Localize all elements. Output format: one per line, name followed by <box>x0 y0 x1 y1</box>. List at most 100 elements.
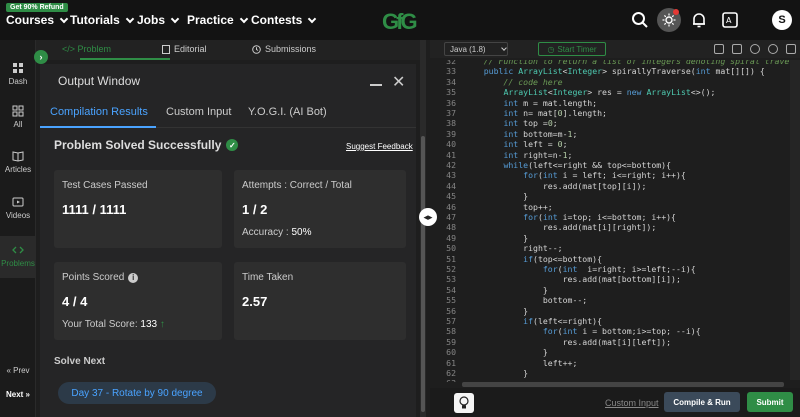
sidebar-item-videos[interactable]: Videos <box>0 196 36 220</box>
line-text: } <box>464 232 529 243</box>
code-line[interactable]: 52 for(int i=right; i>=left;--i){ <box>430 264 800 274</box>
time-value: 2.57 <box>242 294 268 309</box>
tab-editorial[interactable]: Editorial <box>162 44 207 54</box>
editor-horizontal-scrollbar[interactable] <box>462 382 784 387</box>
line-text: for(int i=top; i<=bottom; i++){ <box>523 212 676 222</box>
expand-icon[interactable] <box>786 44 796 54</box>
code-line[interactable]: 55 bottom--; <box>430 295 800 305</box>
code-area[interactable]: 32 // Function to return a list of integ… <box>430 60 800 382</box>
line-number: 44 <box>446 180 456 191</box>
next-problem-chip[interactable]: Day 37 - Rotate by 90 degree <box>58 382 216 404</box>
line-number: 39 <box>446 128 456 139</box>
code-line[interactable]: 34 // code here <box>430 77 800 87</box>
bell-icon[interactable] <box>690 11 708 29</box>
start-timer-button[interactable]: ◷ Start Timer <box>538 42 606 56</box>
code-line[interactable]: 61 left++; <box>430 358 800 368</box>
code-line[interactable]: 46 top++; <box>430 202 800 212</box>
code-line[interactable]: 39 int bottom=m-1; <box>430 129 800 139</box>
gfg-logo[interactable]: GfG <box>382 9 418 35</box>
document-icon <box>162 44 170 54</box>
line-number: 35 <box>446 87 456 98</box>
code-line[interactable]: 43 for(int i = left; i<=right; i++){ <box>430 170 800 180</box>
translate-icon[interactable]: A <box>721 11 739 29</box>
refund-badge[interactable]: Get 90% Refund <box>6 3 68 12</box>
code-line[interactable]: 62 } <box>430 368 800 378</box>
line-number: 40 <box>446 139 456 150</box>
code-line[interactable]: 53 res.add(mat[bottom][i]); <box>430 274 800 284</box>
code-line[interactable]: 54 } <box>430 285 800 295</box>
next-button[interactable]: Next » <box>0 384 36 404</box>
reset-icon[interactable] <box>768 44 778 54</box>
sidebar-item-all[interactable]: All <box>0 105 36 129</box>
prev-button[interactable]: « Prev <box>0 360 36 380</box>
code-line[interactable]: 57 if(left<=right){ <box>430 316 800 326</box>
tab-custom-input[interactable]: Custom Input <box>166 106 231 118</box>
settings-icon[interactable] <box>750 44 760 54</box>
code-line[interactable]: 38 int top =0; <box>430 118 800 128</box>
code-line[interactable]: 49 } <box>430 233 800 243</box>
code-line[interactable]: 36 int m = mat.length; <box>430 98 800 108</box>
sidebar-item-articles[interactable]: Articles <box>0 150 36 174</box>
tab-compilation-results[interactable]: Compilation Results <box>50 106 148 118</box>
panel-resize-handle[interactable]: ◂▸ <box>419 208 437 226</box>
fullscreen-icon[interactable] <box>732 44 742 54</box>
editor-toolbar: Java (1.8) ◷ Start Timer <box>430 40 800 58</box>
code-line[interactable]: 33 public ArrayList<Integer> spirallyTra… <box>430 66 800 76</box>
code-line[interactable]: 47 for(int i=top; i<=bottom; i++){ <box>430 212 800 222</box>
close-icon[interactable]: ✕ <box>392 72 405 92</box>
svg-text:A: A <box>726 16 732 25</box>
nav-tutorials[interactable]: Tutorials <box>70 13 135 27</box>
time-card: Time Taken 2.57 <box>234 262 406 340</box>
code-line[interactable]: 41 int right=n-1; <box>430 150 800 160</box>
code-line[interactable]: 56 } <box>430 306 800 316</box>
line-number: 37 <box>446 108 456 118</box>
language-select[interactable]: Java (1.8) <box>444 42 508 56</box>
line-number: 43 <box>446 170 456 181</box>
info-icon[interactable]: i <box>128 273 139 283</box>
active-tab-indicator <box>40 126 156 128</box>
code-line[interactable]: 45 } <box>430 191 800 201</box>
line-text: top++; <box>464 201 553 212</box>
compile-run-button[interactable]: Compile & Run <box>664 392 740 412</box>
tab-submissions[interactable]: Submissions <box>252 44 316 54</box>
submit-button[interactable]: Submit <box>747 392 793 412</box>
attempts-value: 1 / 2 <box>242 202 268 217</box>
nav-contests[interactable]: Contests <box>251 13 317 27</box>
output-tabs: Compilation Results Custom Input Y.O.G.I… <box>40 98 416 128</box>
sun-icon <box>662 13 676 27</box>
nav-courses[interactable]: Courses <box>6 13 69 27</box>
tab-problem[interactable]: </> Problem <box>62 44 111 54</box>
code-line[interactable]: 51 if(top<=bottom){ <box>430 254 800 264</box>
minimize-icon[interactable] <box>370 84 382 86</box>
sidebar-item-dash[interactable]: Dash <box>0 62 36 86</box>
line-number: 56 <box>446 305 456 316</box>
code-line[interactable]: 42 while(left<=right && top<=bottom){ <box>430 160 800 170</box>
code-line[interactable]: 50 right--; <box>430 243 800 253</box>
nav-jobs[interactable]: Jobs <box>137 13 180 27</box>
code-line[interactable]: 59 res.add(mat[i][left]); <box>430 337 800 347</box>
editor-vertical-scrollbar[interactable] <box>790 60 800 380</box>
custom-input-link[interactable]: Custom Input <box>605 398 659 408</box>
code-line[interactable]: 35 ArrayList<Integer> res = new ArrayLis… <box>430 87 800 97</box>
clock-icon <box>252 44 261 54</box>
copy-icon[interactable] <box>714 44 724 54</box>
code-line[interactable]: 48 res.add(mat[i][right]); <box>430 222 800 232</box>
left-panel-scrollbar-thumb[interactable] <box>421 136 425 412</box>
sidebar-item-problems[interactable]: Problems <box>0 236 36 278</box>
code-line[interactable]: 40 int left = 0; <box>430 139 800 149</box>
lightbulb-icon[interactable] <box>454 393 474 413</box>
line-text: res.add(mat[i][left]); <box>464 336 672 347</box>
line-text: int n= mat[0].length; <box>503 108 607 118</box>
tab-yogi-ai-bot[interactable]: Y.O.G.I. (AI Bot) <box>248 106 327 118</box>
code-line[interactable]: 37 int n= mat[0].length; <box>430 108 800 118</box>
expand-arrow-icon[interactable]: › <box>34 50 48 64</box>
search-icon[interactable] <box>631 11 649 29</box>
line-text: for(int i = bottom;i>=top; --i){ <box>542 326 701 337</box>
code-line[interactable]: 58 for(int i = bottom;i>=top; --i){ <box>430 326 800 336</box>
code-line[interactable]: 44 res.add(mat[top][i]); <box>430 181 800 191</box>
code-line[interactable]: 60 } <box>430 347 800 357</box>
suggest-feedback-link[interactable]: Suggest Feedback <box>346 142 413 151</box>
nav-practice[interactable]: Practice <box>187 13 248 27</box>
line-number: 63 <box>430 378 456 382</box>
user-avatar[interactable]: S <box>772 10 792 30</box>
